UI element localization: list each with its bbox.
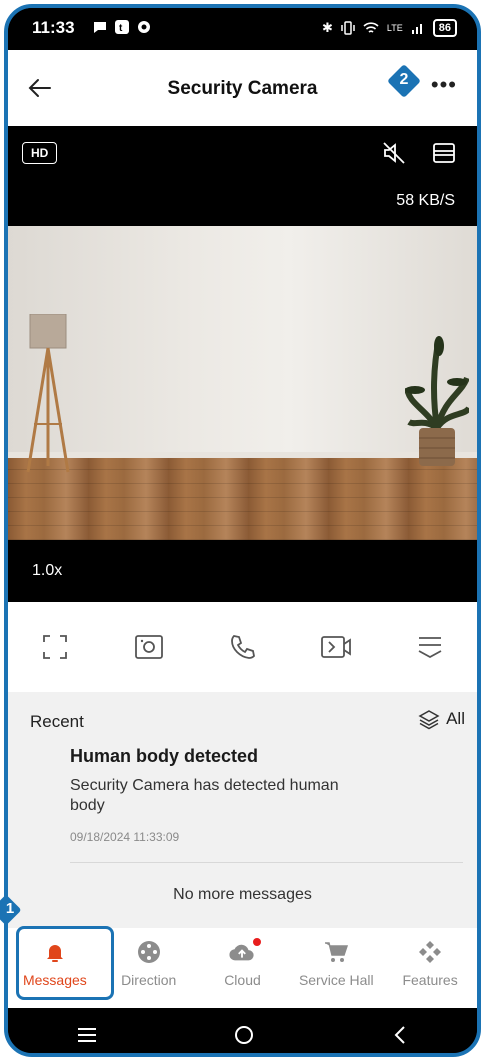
network-type: LTE (386, 23, 403, 33)
settings-status-icon (138, 21, 150, 33)
chat-icon (94, 22, 106, 33)
video-bottom-bar: 1.0x (8, 540, 477, 602)
callout-badge-2: 2 (387, 64, 421, 98)
wifi-icon (363, 22, 379, 33)
no-more-messages: No more messages (173, 886, 312, 903)
expand-down-icon (418, 637, 442, 659)
tab-features[interactable]: Features (383, 928, 477, 1008)
video-record-icon (321, 636, 352, 658)
tab-label: Features (402, 972, 458, 988)
potted-plant (405, 336, 469, 466)
recent-apps-icon[interactable] (76, 1026, 98, 1044)
battery-level: 86 (432, 19, 457, 37)
status-time: 11:33 (32, 18, 75, 37)
camera-feed[interactable] (8, 226, 477, 540)
recent-section: Recent All Human body detected Security … (8, 692, 477, 928)
bitrate-label: 58 KB/S (396, 192, 455, 209)
fullscreen-icon (42, 635, 67, 659)
notification-dot (253, 938, 262, 946)
tab-label: Service Hall (298, 972, 374, 988)
fullscreen-button[interactable] (33, 625, 77, 669)
divider (70, 862, 463, 863)
app-icon: t (115, 20, 129, 34)
record-button[interactable] (314, 625, 358, 669)
joystick-icon (136, 940, 162, 964)
callout-badge-1: 1 (0, 894, 22, 926)
layout-icon[interactable] (431, 140, 457, 166)
more-controls-button[interactable] (408, 625, 452, 669)
video-top-bar: HD 58 KB/S (8, 126, 477, 226)
phone-frame: 11:33 t ✱ LTE 86 Security Camera 2 ••• H… (4, 4, 481, 1057)
tab-label: Direction (121, 972, 177, 988)
status-bar: 11:33 t ✱ LTE 86 (8, 8, 477, 50)
tab-service-hall[interactable]: Service Hall (289, 928, 383, 1008)
zoom-level: 1.0x (32, 562, 63, 579)
system-navigation (8, 1008, 477, 1053)
back-nav-icon[interactable] (391, 1024, 409, 1046)
message-timestamp: 09/18/2024 11:33:09 (70, 830, 180, 844)
tab-cloud[interactable]: Cloud (196, 928, 290, 1008)
snapshot-icon (134, 635, 163, 659)
phone-icon (231, 635, 256, 659)
message-title[interactable]: Human body detected (70, 746, 258, 767)
notification-icons: t (92, 19, 152, 35)
floor-lamp (26, 314, 70, 473)
floor (8, 458, 477, 540)
recent-heading: Recent (30, 712, 84, 731)
messages-highlight-box (16, 926, 114, 1000)
home-icon[interactable] (233, 1024, 255, 1046)
vibrate-icon (341, 21, 355, 35)
camera-controls (8, 602, 477, 692)
app-header: Security Camera 2 ••• (8, 50, 477, 126)
message-body[interactable]: Security Camera has detected human body (70, 776, 340, 816)
quality-toggle[interactable]: HD (22, 142, 58, 164)
bluetooth-icon: ✱ (322, 20, 333, 35)
all-filter-label: All (446, 709, 465, 728)
tab-direction[interactable]: Direction (102, 928, 196, 1008)
layers-icon (418, 710, 440, 730)
more-options-icon[interactable]: ••• (431, 72, 457, 98)
all-filter-button[interactable]: All (418, 708, 465, 730)
call-button[interactable] (220, 625, 264, 669)
screenshot-button[interactable] (127, 625, 171, 669)
diamond-grid-icon (417, 940, 443, 964)
system-icons: ✱ LTE 86 (322, 19, 457, 37)
speaker-muted-icon[interactable] (381, 140, 407, 166)
tab-label: Cloud (224, 972, 261, 988)
signal-icon (411, 24, 422, 34)
cart-icon (323, 940, 349, 964)
cloud-upload-icon (229, 938, 262, 964)
